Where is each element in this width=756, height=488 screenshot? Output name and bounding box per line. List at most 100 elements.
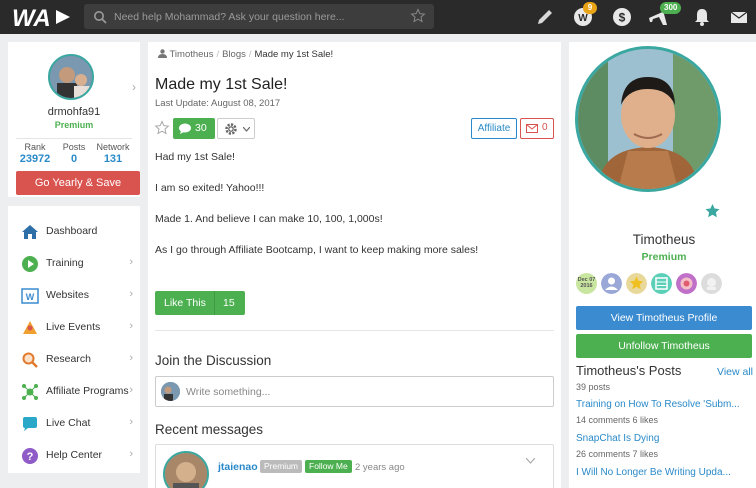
- chevron-right-icon: ›: [129, 448, 133, 460]
- credits-badge: 9: [583, 2, 597, 14]
- notifications-badge: 300: [660, 2, 682, 14]
- chevron-down-icon: [243, 127, 250, 132]
- breadcrumb-blogs[interactable]: Blogs: [222, 49, 246, 60]
- post-title: Made my 1st Sale!: [155, 76, 288, 93]
- sidebar-item-help-center[interactable]: ? Help Center ›: [8, 439, 140, 471]
- chevron-right-icon: ›: [129, 416, 133, 428]
- membership-label: Premium: [54, 120, 94, 130]
- divider: [155, 330, 554, 331]
- chevron-right-icon: ›: [129, 320, 133, 332]
- star-badge-icon[interactable]: [626, 273, 647, 294]
- badge-date-line: 2016: [580, 283, 593, 289]
- stat-label: Rank: [24, 142, 46, 152]
- post-card: Timotheus / Blogs / Made my 1st Sale! Made m…: [148, 42, 561, 488]
- sidebar-item-dashboard[interactable]: Dashboard: [8, 215, 140, 247]
- svg-text:W: W: [26, 292, 35, 302]
- research-icon: [22, 352, 38, 368]
- profile-stats: Rank 23972 Posts 0 Network 131: [16, 138, 132, 165]
- star-icon[interactable]: [410, 8, 426, 24]
- search-input[interactable]: Need help Mohammad? Ask your question he…: [114, 11, 345, 23]
- gear-icon: [225, 123, 237, 135]
- unfollow-button[interactable]: Unfollow Timotheus: [576, 334, 752, 358]
- stat-network: Network 131: [94, 142, 132, 165]
- stat-rank: Rank 23972: [16, 142, 54, 165]
- affiliate-button[interactable]: Affiliate: [471, 118, 517, 139]
- view-profile-button[interactable]: View Timotheus Profile: [576, 306, 752, 330]
- stat-label: Network: [96, 142, 130, 152]
- view-all-link[interactable]: View all: [717, 366, 753, 378]
- stat-value[interactable]: 23972: [16, 153, 54, 165]
- follow-me-button[interactable]: Follow Me: [305, 460, 352, 473]
- mail-icon[interactable]: [728, 6, 750, 28]
- post-date: Last Update: August 08, 2017: [155, 98, 281, 109]
- target-badge-icon[interactable]: [676, 273, 697, 294]
- sidebar-item-training[interactable]: Training ›: [8, 247, 140, 279]
- locked-badge-icon[interactable]: [701, 273, 722, 294]
- avatar[interactable]: [48, 54, 94, 100]
- avatar[interactable]: [163, 451, 209, 488]
- pencil-icon[interactable]: [534, 6, 556, 28]
- sidebar-nav: Dashboard Training › W Websites › Live E…: [8, 206, 140, 473]
- wa-logo[interactable]: WA: [12, 5, 72, 29]
- stat-value[interactable]: 131: [94, 153, 132, 165]
- comments-button[interactable]: 30: [173, 118, 215, 139]
- settings-dropdown[interactable]: [217, 118, 255, 139]
- chevron-right-icon: ›: [129, 288, 133, 300]
- sidebar-item-live-chat[interactable]: Live Chat ›: [8, 407, 140, 439]
- comment-placeholder: Write something...: [186, 386, 271, 398]
- websites-icon: W: [21, 288, 39, 304]
- author-post-link[interactable]: SnapChat Is Dying: [576, 433, 659, 444]
- recent-messages-heading: Recent messages: [155, 422, 264, 437]
- chevron-down-icon[interactable]: [526, 458, 535, 464]
- sidebar-item-websites[interactable]: W Websites ›: [8, 279, 140, 311]
- author-post-meta: 26 comments 7 likes: [576, 449, 659, 459]
- go-yearly-button[interactable]: Go Yearly & Save: [16, 171, 140, 195]
- author-posts-heading: Timotheus's Posts: [576, 363, 682, 378]
- search-bar[interactable]: Need help Mohammad? Ask your question he…: [84, 4, 434, 29]
- premium-badge: Premium: [260, 460, 303, 473]
- join-date-badge: Dec 07 2016: [576, 273, 597, 294]
- favorite-star-icon[interactable]: [154, 120, 170, 136]
- author-avatar[interactable]: [575, 46, 721, 192]
- sidebar-item-label: Live Chat: [46, 417, 91, 429]
- post-paragraph: Made 1. And believe I can make 10, 100, …: [155, 213, 383, 225]
- chevron-right-icon: ›: [129, 384, 133, 396]
- username[interactable]: drmohfa91: [8, 106, 140, 118]
- bell-icon[interactable]: [691, 6, 713, 28]
- sidebar-item-research[interactable]: Research ›: [8, 343, 140, 375]
- author-posts-count: 39 posts: [576, 382, 611, 392]
- avatar: [161, 382, 180, 401]
- sidebar-item-live-events[interactable]: Live Events ›: [8, 311, 140, 343]
- post-paragraph: I am so exited! Yahoo!!!: [155, 182, 265, 194]
- author-card: Timotheus Premium Dec 07 2016 View Timoth…: [569, 42, 756, 488]
- author-post-link[interactable]: Training on How To Resolve 'Subm...: [576, 399, 740, 410]
- breadcrumb: Timotheus / Blogs / Made my 1st Sale!: [158, 49, 333, 60]
- like-label: Like This: [164, 297, 206, 309]
- post-paragraph: Had my 1st Sale!: [155, 151, 235, 163]
- message-count: 0: [542, 122, 548, 133]
- comment-input[interactable]: Write something...: [155, 376, 554, 407]
- user-icon: [158, 49, 167, 58]
- svg-text:W: W: [578, 13, 588, 24]
- message-button[interactable]: 0: [520, 118, 554, 139]
- svg-text:$: $: [619, 11, 626, 25]
- stat-value[interactable]: 0: [55, 153, 93, 165]
- sidebar-item-affiliate-programs[interactable]: Affiliate Programs ›: [8, 375, 140, 407]
- like-count: 15: [223, 297, 235, 309]
- dollar-icon[interactable]: $: [611, 6, 633, 28]
- message-time: 2 years ago: [355, 462, 405, 473]
- like-button[interactable]: Like This 15: [155, 291, 245, 315]
- user-badge-icon[interactable]: [601, 273, 622, 294]
- chevron-right-icon[interactable]: ›: [132, 80, 136, 94]
- author-post-link[interactable]: I Will No Longer Be Writing Upda...: [576, 467, 731, 478]
- post-paragraph: As I go through Affiliate Bootcamp, I wa…: [155, 244, 479, 256]
- comments-count: 30: [195, 122, 207, 134]
- author-post-meta: 14 comments 6 likes: [576, 415, 659, 425]
- chat-icon: [23, 417, 37, 431]
- list-badge-icon[interactable]: [651, 273, 672, 294]
- svg-text:?: ?: [27, 451, 34, 463]
- message-username[interactable]: jtaienao: [218, 461, 258, 473]
- chevron-right-icon: ›: [129, 256, 133, 268]
- breadcrumb-author[interactable]: Timotheus: [169, 49, 213, 60]
- sidebar-item-label: Training: [46, 257, 84, 269]
